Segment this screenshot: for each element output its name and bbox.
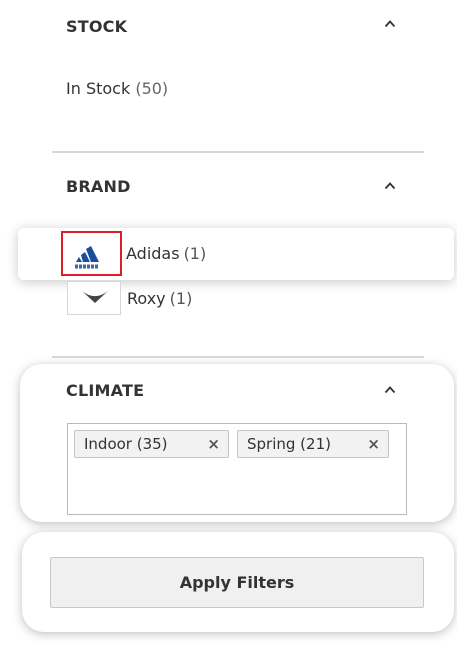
selected-chip-indoor: Indoor (35) × [74,430,229,458]
climate-section-title: CLIMATE [66,381,145,400]
chip-label: Indoor (35) [84,435,168,453]
section-divider [52,356,424,358]
stock-option-label: In Stock [66,79,131,98]
brand-item-count: (1) [183,244,207,263]
close-icon[interactable]: × [207,431,220,457]
adidas-logo-icon [61,231,122,276]
brand-item-roxy[interactable]: Roxy (1) [127,289,192,308]
brand-item-label: Roxy [127,289,166,308]
section-divider [52,151,424,153]
chevron-up-icon[interactable] [384,384,396,396]
chip-label: Spring (21) [247,435,331,453]
brand-item-adidas[interactable]: Adidas (1) [18,228,454,280]
selected-chip-spring: Spring (21) × [237,430,389,458]
apply-filters-button[interactable]: Apply Filters [50,557,424,608]
filter-panel: STOCK In Stock (50) BRAND Adidas (1) Rox… [0,0,457,646]
close-icon[interactable]: × [367,431,380,457]
chevron-up-icon[interactable] [384,18,396,30]
stock-section-title: STOCK [66,17,128,36]
chevron-up-icon[interactable] [384,180,396,192]
roxy-logo-icon[interactable] [67,281,121,315]
stock-option-in-stock[interactable]: In Stock (50) [66,79,168,98]
stock-option-count: (50) [135,79,169,98]
brand-item-count: (1) [169,289,193,308]
brand-item-label: Adidas [126,244,180,263]
climate-multiselect-input[interactable]: Indoor (35) × Spring (21) × [67,423,407,515]
brand-section-title: BRAND [66,177,131,196]
